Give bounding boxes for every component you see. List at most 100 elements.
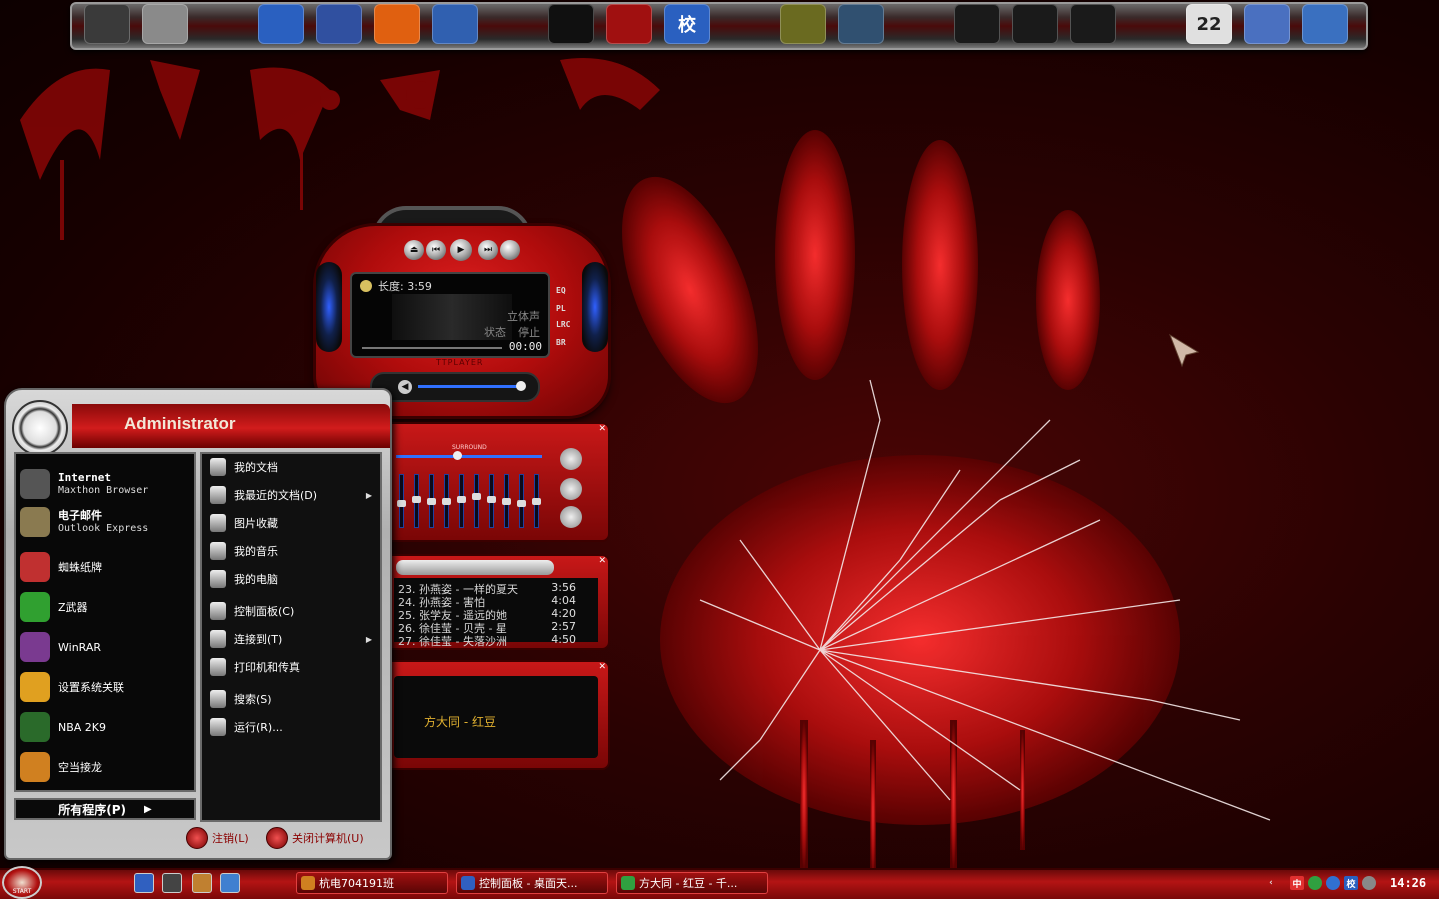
- cartoon-face-3-icon[interactable]: [1070, 4, 1116, 44]
- connect-to-item[interactable]: 连接到(T) ▶: [210, 628, 378, 650]
- close-playlist-icon[interactable]: ✕: [598, 556, 606, 566]
- browser-toggle[interactable]: BR: [556, 338, 566, 347]
- eq-band-knob[interactable]: [487, 496, 496, 503]
- surround-handle[interactable]: [453, 451, 462, 460]
- my-computer-item[interactable]: 我的电脑: [210, 568, 378, 590]
- eq-band-slider[interactable]: [427, 474, 436, 528]
- eq-band-slider[interactable]: [472, 474, 481, 528]
- eq-band-slider[interactable]: [487, 474, 496, 528]
- playlist-item[interactable]: 25. 张学友 - 遥远的她 4:20: [398, 607, 594, 622]
- run-item[interactable]: 运行(R)...: [210, 716, 378, 738]
- outlook-express-item[interactable]: 电子邮件 Outlook Express: [20, 504, 190, 540]
- safe-icon[interactable]: [84, 4, 130, 44]
- close-eq-icon[interactable]: ✕: [598, 424, 606, 434]
- maxthon-browser-item[interactable]: Internet Maxthon Browser: [20, 466, 190, 502]
- my-music-item[interactable]: 我的音乐: [210, 540, 378, 562]
- settings-icon[interactable]: [1244, 4, 1290, 44]
- cartoon-face-1-icon[interactable]: [954, 4, 1000, 44]
- eq-band-knob[interactable]: [532, 498, 541, 505]
- tray-network-icon[interactable]: [1326, 876, 1340, 890]
- eq-band-slider[interactable]: [502, 474, 511, 528]
- winrar-item[interactable]: WinRAR: [20, 629, 190, 665]
- eq-preset-button[interactable]: [560, 506, 582, 528]
- my-pictures-item[interactable]: 图片收藏: [210, 512, 378, 534]
- mute-icon[interactable]: ◀: [398, 380, 412, 394]
- eq-band-knob[interactable]: [517, 500, 526, 507]
- helmet-icon[interactable]: [838, 4, 884, 44]
- network-icon[interactable]: [1302, 4, 1348, 44]
- eq-band-slider[interactable]: [457, 474, 466, 528]
- home-icon[interactable]: [316, 4, 362, 44]
- blogger-icon[interactable]: [374, 4, 420, 44]
- eq-band-knob[interactable]: [427, 498, 436, 505]
- volume-handle[interactable]: [516, 381, 526, 391]
- eq-band-slider[interactable]: [517, 474, 526, 528]
- recent-documents-item[interactable]: 我最近的文档(D) ▶: [210, 484, 378, 506]
- playlist-item[interactable]: 24. 孙燕姿 - 害怕 4:04: [398, 594, 594, 609]
- eq-band-knob[interactable]: [472, 493, 481, 500]
- playlist-item[interactable]: 23. 孙燕姿 - 一样的夏天 3:56: [398, 581, 594, 596]
- eq-band-knob[interactable]: [397, 500, 406, 507]
- z-weapon-item[interactable]: Z武器: [20, 589, 190, 625]
- eq-toggle[interactable]: EQ: [556, 286, 566, 295]
- start-button[interactable]: START: [2, 866, 42, 899]
- qq-icon[interactable]: [548, 4, 594, 44]
- playlist-item[interactable]: 27. 徐佳莹 - 失落沙洲 4:50: [398, 633, 594, 648]
- task-player[interactable]: 方大同 - 红豆 - 千...: [616, 872, 768, 894]
- freecell-item[interactable]: 空当接龙: [20, 749, 190, 785]
- playlist-toggle[interactable]: PL: [556, 304, 566, 313]
- close-lyrics-icon[interactable]: ✕: [598, 662, 606, 672]
- cartoon-face-2-icon[interactable]: [1012, 4, 1058, 44]
- ie-quicklaunch-icon[interactable]: [220, 873, 240, 893]
- previous-button[interactable]: ⏮: [426, 240, 446, 260]
- eq-band-slider[interactable]: [412, 474, 421, 528]
- eq-band-slider[interactable]: [442, 474, 451, 528]
- task-hdu-class[interactable]: 杭电704191班: [296, 872, 448, 894]
- eq-power-button[interactable]: [560, 448, 582, 470]
- task-control-panel[interactable]: 控制面板 - 桌面天...: [456, 872, 608, 894]
- shutdown-button[interactable]: 关闭计算机(U): [266, 826, 364, 850]
- eq-band-knob[interactable]: [457, 496, 466, 503]
- tray-chevron-icon[interactable]: ‹: [1264, 876, 1278, 890]
- pen-icon[interactable]: [432, 4, 478, 44]
- tray-app-icon[interactable]: [1308, 876, 1322, 890]
- maxthon-quicklaunch-icon[interactable]: [134, 873, 154, 893]
- clock[interactable]: 14:26: [1390, 876, 1426, 890]
- tray-school-icon[interactable]: 校: [1344, 876, 1358, 890]
- next-button[interactable]: ⏭: [478, 240, 498, 260]
- control-panel-item[interactable]: 控制面板(C): [210, 600, 378, 622]
- lyrics-toggle[interactable]: LRC: [556, 320, 570, 329]
- robot-icon[interactable]: [606, 4, 652, 44]
- cursor-icon[interactable]: [258, 4, 304, 44]
- play-button[interactable]: ▶: [450, 239, 472, 261]
- eq-settings-button[interactable]: [560, 478, 582, 500]
- nba-2k9-item[interactable]: NBA 2K9: [20, 709, 190, 745]
- search-item[interactable]: 搜索(S): [210, 688, 378, 710]
- place-icon: [210, 602, 226, 620]
- all-programs-button[interactable]: 所有程序(P) ▶: [14, 798, 196, 820]
- file-association-item[interactable]: 设置系统关联: [20, 669, 190, 705]
- eq-band-knob[interactable]: [412, 496, 421, 503]
- seek-bar[interactable]: [362, 347, 502, 349]
- tray-user-icon[interactable]: [1362, 876, 1376, 890]
- printers-faxes-item[interactable]: 打印机和传真: [210, 656, 378, 678]
- ime-indicator[interactable]: 中: [1290, 876, 1304, 890]
- surround-slider[interactable]: [396, 455, 542, 458]
- eq-band-slider[interactable]: [532, 474, 541, 528]
- desktop-quicklaunch-icon[interactable]: [162, 873, 182, 893]
- school-icon[interactable]: 校: [664, 4, 710, 44]
- folder-quicklaunch-icon[interactable]: [192, 873, 212, 893]
- eq-band-knob[interactable]: [442, 498, 451, 505]
- recycle-bin-icon[interactable]: [142, 4, 188, 44]
- eq-band-slider[interactable]: [397, 474, 406, 528]
- volume-slider[interactable]: [418, 385, 524, 388]
- eject-button[interactable]: ⏏: [404, 240, 424, 260]
- book-icon[interactable]: [780, 4, 826, 44]
- eq-band-knob[interactable]: [502, 498, 511, 505]
- playlist-item[interactable]: 26. 徐佳莹 - 贝壳 - 星 2:57: [398, 620, 594, 635]
- calendar-icon[interactable]: 22: [1186, 4, 1232, 44]
- logoff-button[interactable]: 注销(L): [186, 826, 249, 850]
- my-documents-item[interactable]: 我的文档: [210, 456, 378, 478]
- spider-solitaire-item[interactable]: 蜘蛛纸牌: [20, 549, 190, 585]
- stop-button[interactable]: [500, 240, 520, 260]
